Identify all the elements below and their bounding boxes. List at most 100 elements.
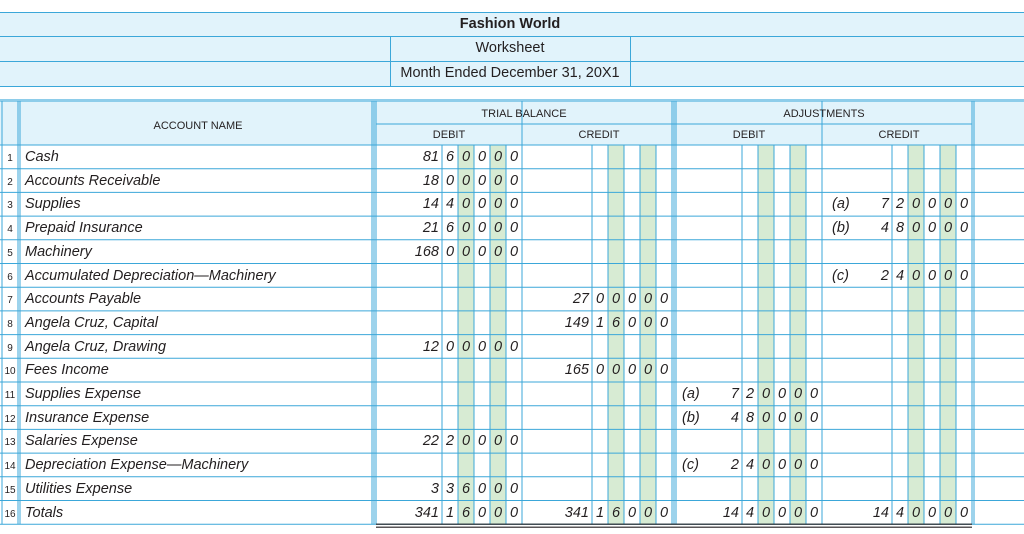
amount-digit: 0 (611, 291, 621, 308)
line-number: 5 (7, 247, 13, 259)
amount-digit: 0 (959, 220, 969, 237)
amount-digit: 0 (627, 504, 637, 521)
amount-digit: 0 (643, 314, 653, 331)
amount-digit: 0 (959, 504, 969, 521)
amount-digit: 0 (509, 149, 519, 165)
amount-digit: 0 (493, 243, 503, 260)
amount-digit: 0 (761, 409, 771, 426)
account-name: Depreciation Expense—Machinery (25, 457, 249, 474)
title-rule (0, 61, 1024, 62)
amount-thousands: 3 (430, 480, 439, 497)
amount-digit: 6 (461, 504, 471, 521)
amount-digit: 0 (461, 172, 471, 189)
amount-digit: 0 (477, 480, 487, 497)
amount-digit: 0 (659, 504, 669, 521)
account-name: Supplies (25, 196, 81, 213)
amount-digit: 0 (793, 386, 803, 402)
account-name: Salaries Expense (25, 433, 138, 450)
amount-digit: 0 (761, 504, 771, 521)
amount-digit: 6 (461, 480, 471, 497)
adj-debit-header: DEBIT (732, 129, 766, 141)
amount-digit: 0 (793, 409, 803, 426)
account-name: Fees Income (25, 362, 109, 379)
account-name-header: ACCOUNT NAME (153, 120, 243, 132)
amount-digit: 0 (461, 220, 471, 237)
amount-digit: 0 (611, 362, 621, 379)
amount-digit: 0 (659, 362, 669, 379)
amount-digit: 0 (461, 433, 471, 450)
amount-digit: 0 (509, 433, 519, 450)
adjustment-reference: (b) (682, 409, 700, 426)
amount-digit: 0 (943, 267, 953, 284)
line-number: 15 (4, 484, 16, 496)
amount-thousands: 22 (422, 433, 439, 450)
amount-digit: 4 (445, 196, 455, 213)
amount-digit: 0 (461, 149, 471, 165)
amount-digit: 0 (477, 172, 487, 189)
account-name: Prepaid Insurance (25, 220, 143, 237)
amount-digit: 0 (793, 504, 803, 521)
line-number: 14 (4, 461, 16, 473)
line-number: 10 (4, 366, 16, 378)
amount-digit: 1 (595, 504, 605, 521)
amount-digit: 0 (461, 196, 471, 213)
amount-thousands: 14 (722, 504, 739, 521)
amount-digit: 0 (477, 433, 487, 450)
line-number: 3 (7, 200, 13, 212)
account-name: Machinery (25, 243, 92, 260)
account-name: Accounts Receivable (25, 172, 161, 189)
trial-balance-header: TRIAL BALANCE (481, 108, 567, 120)
amount-digit: 0 (943, 196, 953, 213)
amount-digit: 0 (927, 267, 937, 284)
amount-digit: 0 (493, 338, 503, 355)
amount-digit: 0 (627, 314, 637, 331)
amount-digit: 0 (477, 338, 487, 355)
amount-digit: 6 (445, 220, 455, 237)
amount-digit: 0 (659, 314, 669, 331)
adjustment-reference: (c) (832, 267, 849, 284)
amount-digit: 0 (461, 338, 471, 355)
adjustment-reference: (b) (832, 220, 850, 237)
amount-digit: 0 (493, 220, 503, 237)
amount-thousands: 81 (422, 149, 439, 165)
amount-digit: 0 (943, 220, 953, 237)
amount-thousands: 168 (414, 243, 439, 260)
amount-digit: 0 (477, 220, 487, 237)
account-name: Angela Cruz, Drawing (25, 338, 167, 355)
amount-digit: 0 (445, 172, 455, 189)
amount-digit: 2 (895, 196, 905, 213)
adj-credit-header: CREDIT (878, 129, 920, 141)
amount-digit: 0 (809, 409, 819, 426)
amount-digit: 0 (493, 172, 503, 189)
amount-digit: 0 (809, 457, 819, 474)
amount-digit: 0 (509, 243, 519, 260)
amount-digit: 0 (627, 291, 637, 308)
amount-digit: 0 (643, 504, 653, 521)
amount-digit: 0 (777, 457, 787, 474)
amount-digit: 0 (493, 149, 503, 165)
account-name: Supplies Expense (25, 386, 142, 402)
amount-digit: 6 (445, 149, 455, 165)
adjustment-reference: (a) (682, 386, 700, 402)
account-name: Cash (25, 149, 59, 165)
amount-thousands: 14 (422, 196, 439, 213)
title-rule (630, 36, 631, 87)
amount-digit: 0 (911, 220, 921, 237)
amount-digit: 0 (761, 386, 771, 402)
amount-thousands: 341 (414, 504, 439, 521)
amount-digit: 8 (745, 409, 755, 426)
amount-digit: 0 (509, 196, 519, 213)
line-number: 13 (4, 437, 16, 449)
amount-digit: 0 (477, 196, 487, 213)
amount-thousands: 21 (422, 220, 439, 237)
amount-thousands: 14 (872, 504, 889, 521)
line-number: 7 (7, 295, 13, 307)
company-name: Fashion World (459, 16, 561, 32)
line-number: 2 (7, 176, 13, 188)
amount-digit: 0 (595, 362, 605, 379)
amount-digit: 4 (895, 267, 905, 284)
adjustments-header: ADJUSTMENTS (783, 108, 865, 120)
amount-thousands: 149 (564, 314, 589, 331)
line-number: 12 (4, 413, 16, 425)
line-number: 9 (7, 342, 13, 354)
